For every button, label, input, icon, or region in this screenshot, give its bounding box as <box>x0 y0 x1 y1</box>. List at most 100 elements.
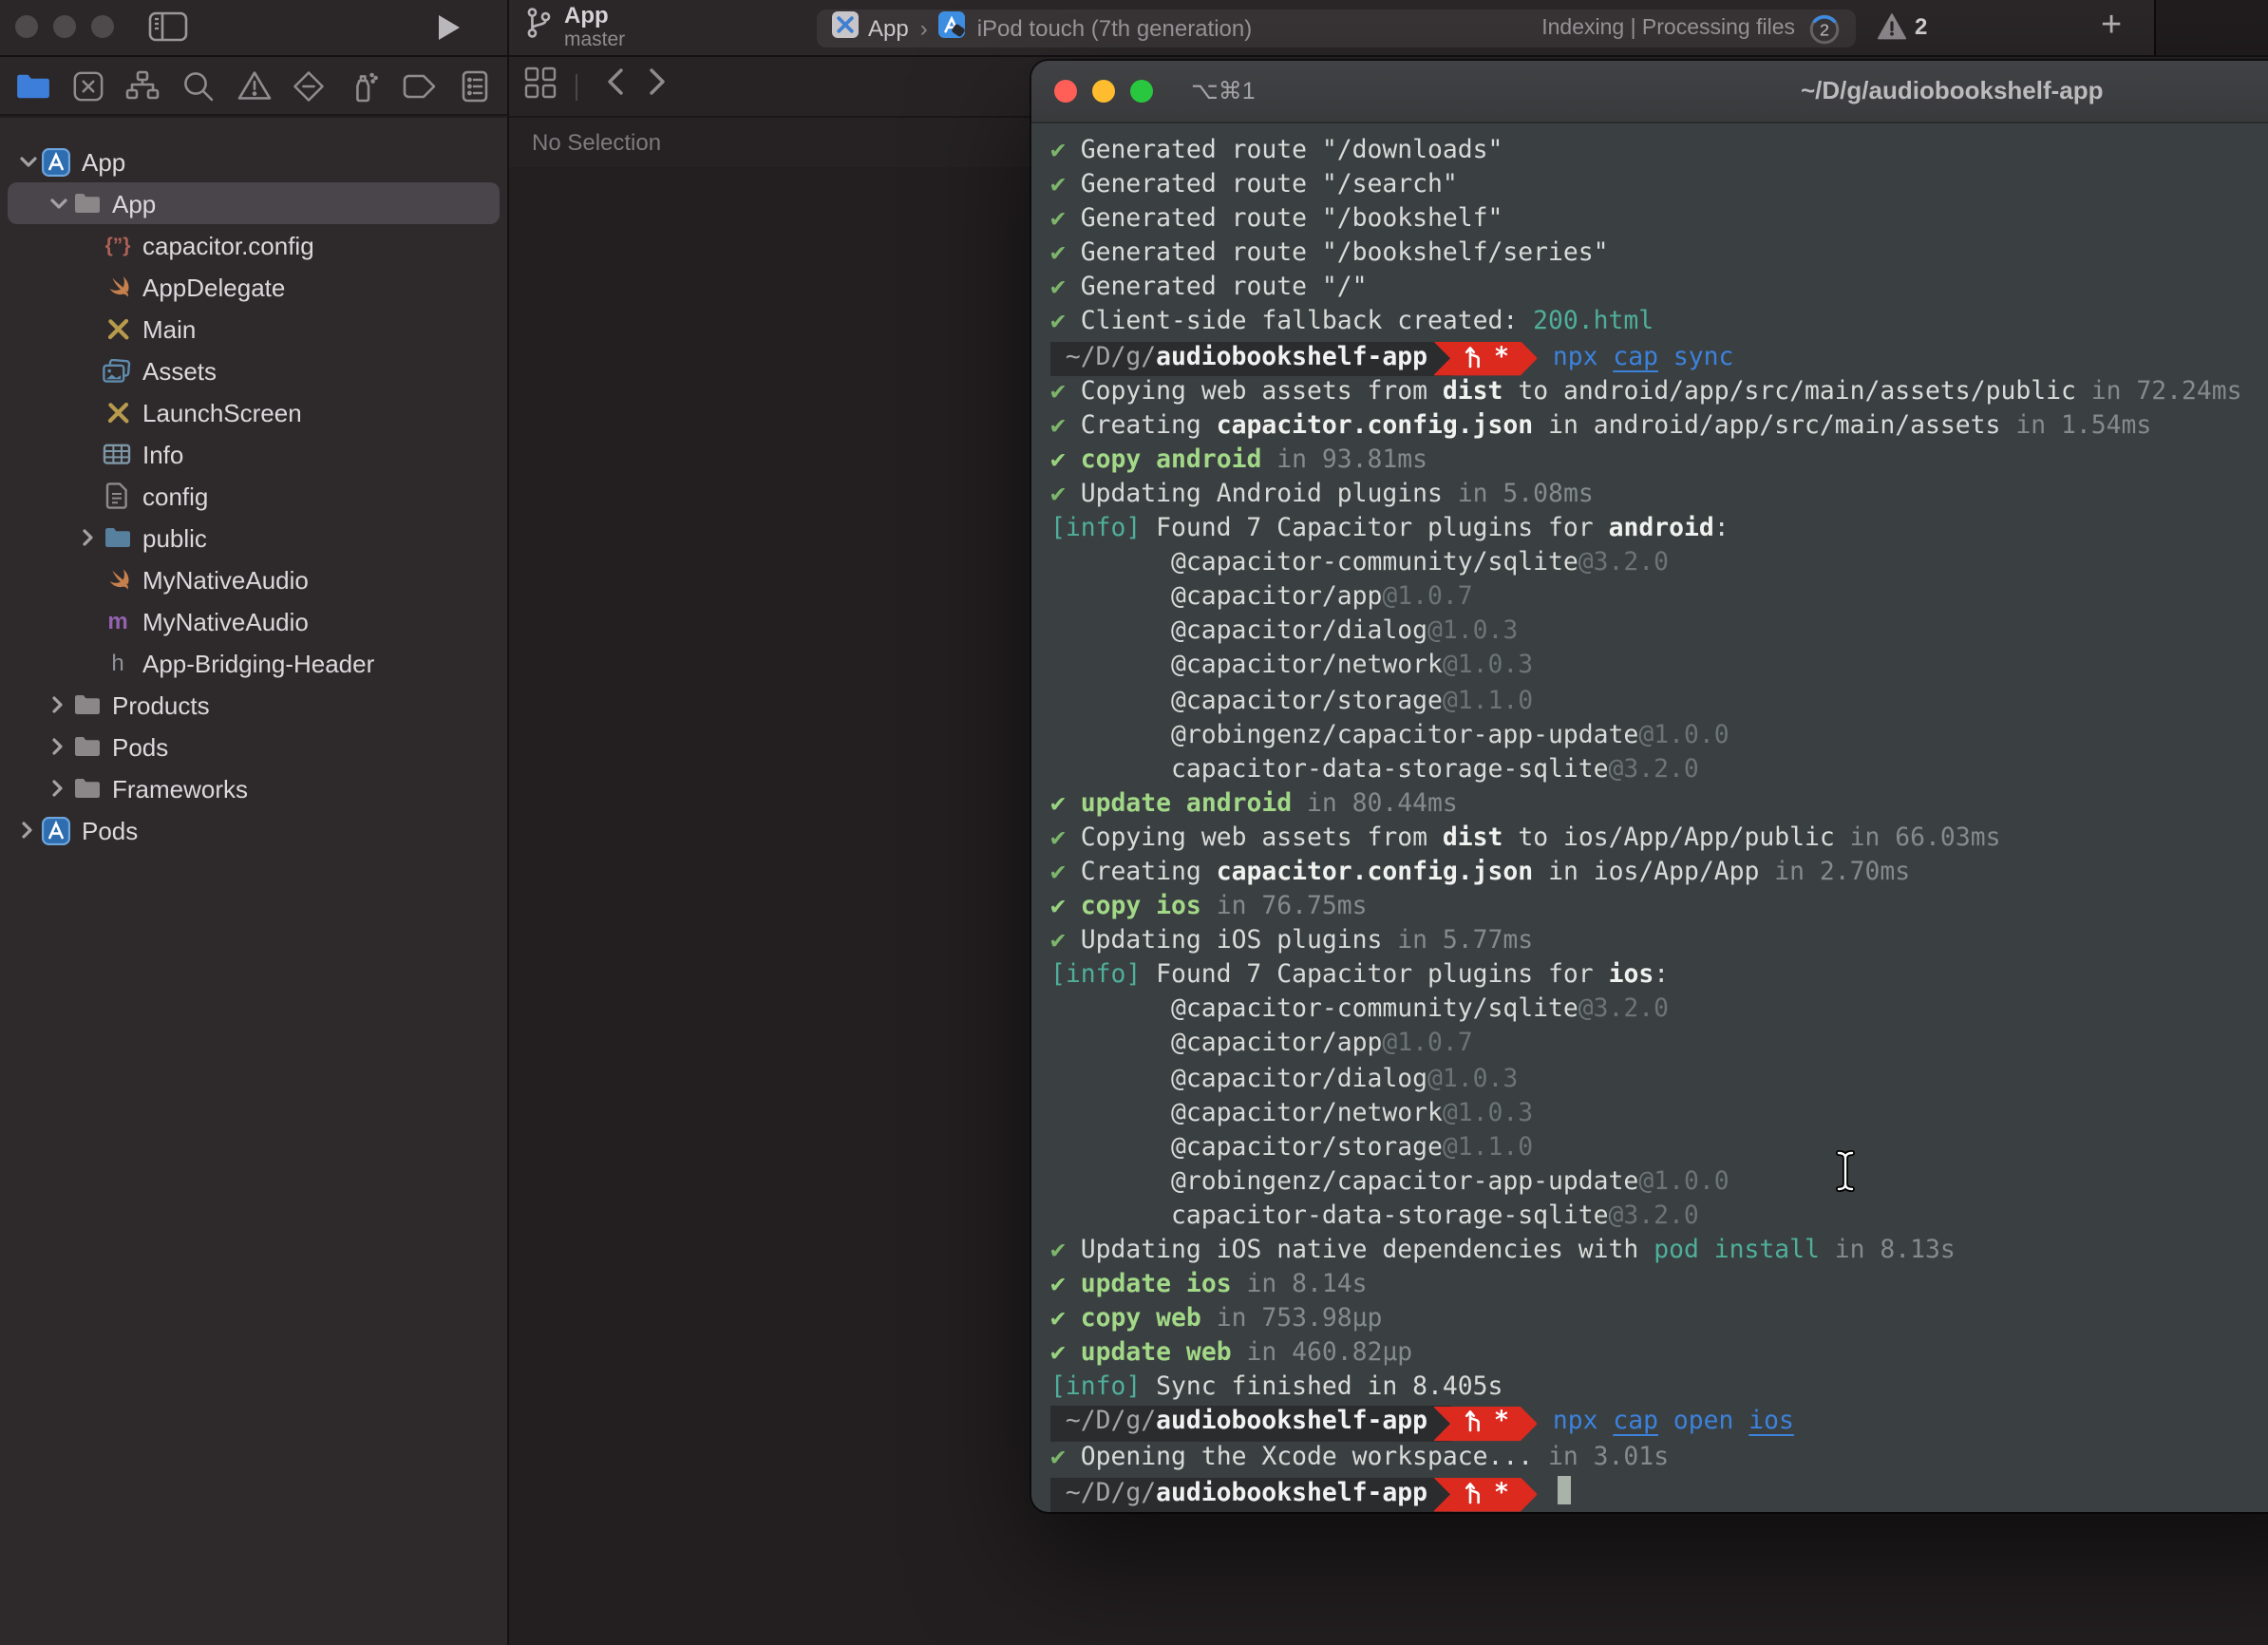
folder-gray-icon <box>70 735 103 758</box>
file-label: Main <box>142 314 196 343</box>
sidebar-item-assets[interactable]: Assets <box>0 350 507 391</box>
file-label: capacitor.config <box>142 231 314 259</box>
disclosure-right-icon[interactable] <box>15 821 40 840</box>
sidebar-item-pods[interactable]: Pods <box>0 809 507 851</box>
destination-chevron: › <box>920 15 928 42</box>
add-tab-button[interactable]: + <box>2089 0 2133 55</box>
sidebar-item-pods[interactable]: Pods <box>0 726 507 767</box>
terminal-output-line: @capacitor/dialog@1.0.3 <box>1050 1063 2268 1097</box>
disclosure-right-icon[interactable] <box>46 695 70 714</box>
sidebar-toggle-icon[interactable] <box>148 11 188 51</box>
terminal-output-line: ✔ update web in 460.82μp <box>1050 1338 2268 1372</box>
warning-icon <box>1877 11 1907 42</box>
related-items-icon[interactable] <box>524 66 557 107</box>
file-label: Info <box>142 440 183 468</box>
sidebar-item-app-bridging-header[interactable]: hApp-Bridging-Header <box>0 642 507 684</box>
sidebar-divider[interactable] <box>507 0 509 1645</box>
terminal-output-line: @capacitor-community/sqlite@3.2.0 <box>1050 547 2268 581</box>
navigator-tab-tests[interactable] <box>288 63 330 108</box>
run-button[interactable] <box>437 13 462 51</box>
progress-badge[interactable]: 2 <box>1808 12 1841 45</box>
terminal-prompt-line: ~/D/g/audiobookshelf-app* npx cap sync <box>1050 341 2268 375</box>
screen: App master App › iPod touch (7th generat… <box>0 0 2268 1645</box>
disclosure-down-icon[interactable] <box>15 153 40 170</box>
terminal-output-line: [info] Sync finished in 8.405s <box>1050 1372 2268 1407</box>
sidebar-item-frameworks[interactable]: Frameworks <box>0 767 507 809</box>
app-icon <box>939 10 966 47</box>
terminal-zoom-button[interactable] <box>1130 80 1153 103</box>
terminal-output-line: ✔ Generated route "/bookshelf/series" <box>1050 238 2268 273</box>
sidebar-item-main[interactable]: Main <box>0 308 507 350</box>
terminal-output-line: ✔ Creating capacitor.config.json in andr… <box>1050 410 2268 444</box>
device-name: iPod touch (7th generation) <box>977 15 1253 42</box>
terminal-output-line: ✔ Updating Android plugins in 5.08ms <box>1050 479 2268 513</box>
file-label: LaunchScreen <box>142 398 302 426</box>
project-navigator: AppApp {”} capacitor.config AppDelegate Main… <box>0 118 507 1645</box>
scheme-branch: master <box>564 28 625 51</box>
sidebar-item-launchscreen[interactable]: LaunchScreen <box>0 391 507 433</box>
sidebar-item-app[interactable]: App <box>0 141 507 182</box>
terminal-output-line: @capacitor/storage@1.1.0 <box>1050 1131 2268 1165</box>
terminal-output-line: @capacitor/app@1.0.7 <box>1050 581 2268 615</box>
terminal-output-line: ✔ copy ios in 76.75ms <box>1050 891 2268 925</box>
assets-icon <box>101 358 133 383</box>
folder-gray-icon <box>70 693 103 716</box>
git-branch-icon <box>1464 1409 1494 1437</box>
sidebar-item-info[interactable]: Info <box>0 433 507 475</box>
issues-indicator[interactable]: 2 <box>1877 11 1927 42</box>
sidebar-item-products[interactable]: Products <box>0 684 507 726</box>
activity-status: Indexing | Processing files 2 <box>1541 12 1841 45</box>
navigator-tab-project-active[interactable] <box>11 63 53 108</box>
terminal-close-button[interactable] <box>1054 80 1077 103</box>
navigator-tab-source-control[interactable] <box>66 63 108 108</box>
disclosure-right-icon[interactable] <box>46 779 70 798</box>
sidebar-item-public[interactable]: public <box>0 517 507 558</box>
navigator-tab-breakpoints[interactable] <box>399 63 441 108</box>
back-button[interactable] <box>606 66 625 106</box>
doc-icon <box>101 482 133 509</box>
terminal-titlebar[interactable]: ⌥⌘1 ~/D/g/audiobookshelf-app <box>1031 61 2268 123</box>
terminal-output-line: ✔ Generated route "/bookshelf" <box>1050 203 2268 237</box>
sidebar-item-app[interactable]: App <box>0 182 507 224</box>
storyboard-icon <box>101 399 133 425</box>
file-label: MyNativeAudio <box>142 565 309 594</box>
disclosure-right-icon[interactable] <box>76 528 101 547</box>
file-label: Products <box>112 690 210 719</box>
minimize-button[interactable] <box>53 15 76 38</box>
forward-button[interactable] <box>648 66 667 106</box>
terminal-window[interactable]: ⌥⌘1 ~/D/g/audiobookshelf-app ✔ Generated… <box>1031 61 2268 1512</box>
file-label: Pods <box>82 816 138 844</box>
xcode-toolbar: App master App › iPod touch (7th generat… <box>0 0 2154 57</box>
navigator-tab-issues[interactable] <box>233 63 274 108</box>
header-icon: h <box>101 650 133 676</box>
sidebar-item-mynativeaudio[interactable]: mMyNativeAudio <box>0 600 507 642</box>
target-icon <box>832 10 859 47</box>
zoom-button[interactable] <box>91 15 114 38</box>
sidebar-item-capacitor-config[interactable]: {”} capacitor.config <box>0 224 507 266</box>
svg-text:{”}: {”} <box>104 235 130 256</box>
disclosure-down-icon[interactable] <box>46 195 70 212</box>
sidebar-item-mynativeaudio[interactable]: MyNativeAudio <box>0 558 507 600</box>
scheme-selector[interactable]: App master <box>524 4 625 51</box>
terminal-output-line: @capacitor/storage@1.1.0 <box>1050 685 2268 719</box>
sidebar-item-appdelegate[interactable]: AppDelegate <box>0 266 507 308</box>
svg-text:2: 2 <box>1820 19 1829 38</box>
sidebar-item-config[interactable]: config <box>0 475 507 517</box>
swift-icon <box>101 274 133 300</box>
run-destination-bar[interactable]: App › iPod touch (7th generation) Indexi… <box>817 9 1856 47</box>
terminal-output-line: [info] Found 7 Capacitor plugins for ios… <box>1050 960 2268 994</box>
terminal-output-line: ✔ update android in 80.44ms <box>1050 788 2268 822</box>
navigator-tab-reports[interactable] <box>454 63 496 108</box>
navigator-tab-debug[interactable] <box>344 63 386 108</box>
navigator-tab-bar <box>0 57 507 116</box>
svg-text:m: m <box>106 609 126 634</box>
navigator-tab-find[interactable] <box>178 63 219 108</box>
terminal-output[interactable]: ✔ Generated route "/downloads"✔ Generate… <box>1031 123 2268 1510</box>
terminal-minimize-button[interactable] <box>1092 80 1115 103</box>
disclosure-right-icon[interactable] <box>46 737 70 756</box>
terminal-output-line: ✔ copy web in 753.98μp <box>1050 1303 2268 1337</box>
close-button[interactable] <box>15 15 38 38</box>
terminal-prompt-line: ~/D/g/audiobookshelf-app* <box>1050 1475 2268 1509</box>
navigator-tab-symbols[interactable] <box>123 63 164 108</box>
terminal-output-line: ✔ Copying web assets from dist to ios/Ap… <box>1050 822 2268 857</box>
